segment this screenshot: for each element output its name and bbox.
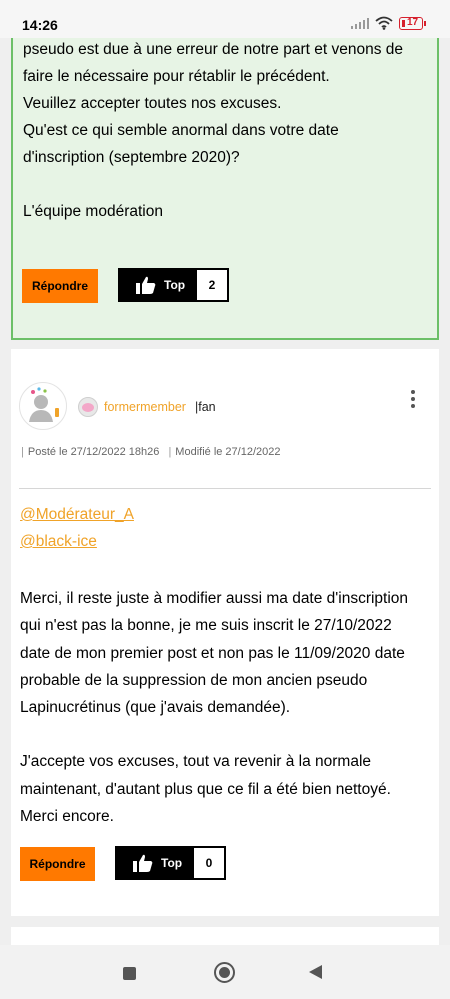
status-icons: 17 bbox=[351, 16, 426, 30]
post-line: probable de la suppression de mon ancien… bbox=[20, 671, 368, 689]
navigation-bar bbox=[0, 945, 450, 999]
reply-button[interactable]: Répondre bbox=[22, 269, 98, 303]
status-time: 14:26 bbox=[22, 17, 58, 33]
post-line: Veuillez accepter toutes nos excuses. bbox=[23, 95, 282, 112]
back-icon[interactable] bbox=[309, 965, 322, 979]
top-label: Top bbox=[161, 856, 183, 870]
top-count: 2 bbox=[197, 270, 227, 300]
post-line: Lapinucrétinus (que j'avais demandée). bbox=[20, 699, 291, 717]
top-button[interactable]: Top 0 bbox=[115, 846, 226, 880]
battery-level: 17 bbox=[407, 16, 419, 28]
modified-date: Modifié le 27/12/2022 bbox=[175, 446, 281, 458]
post-meta: | Posté le 27/12/2022 18h26 | Modifié le 2… bbox=[21, 446, 281, 458]
thumbs-up-icon bbox=[133, 854, 153, 872]
status-bar: 14:26 17 bbox=[0, 0, 450, 38]
user-post: formermember |fan | Posté le 27/12/2022 1… bbox=[11, 349, 439, 916]
moderator-post: pseudo est due à une erreur de notre par… bbox=[11, 30, 439, 340]
user-rank: |fan bbox=[195, 400, 216, 414]
top-count: 0 bbox=[194, 848, 224, 878]
post-body: Merci, il reste juste à modifier aussi m… bbox=[20, 585, 432, 830]
avatar[interactable] bbox=[19, 382, 67, 430]
mention-link[interactable]: @Modérateur_A bbox=[20, 506, 134, 524]
reply-button[interactable]: Répondre bbox=[20, 847, 95, 881]
recents-icon[interactable] bbox=[123, 967, 136, 980]
post-body: pseudo est due à une erreur de notre par… bbox=[23, 36, 433, 225]
post-line: faire le nécessaire pour rétablir le pré… bbox=[23, 68, 330, 85]
rank-badge bbox=[78, 397, 98, 417]
post-signature: L'équipe modération bbox=[23, 203, 163, 220]
username-link[interactable]: formermember bbox=[104, 400, 186, 414]
post-line: Qu'est ce qui semble anormal dans votre … bbox=[23, 122, 339, 139]
post-line: d'inscription (septembre 2020)? bbox=[23, 149, 240, 166]
post-line: J'accepte vos excuses, tout va revenir à… bbox=[20, 753, 372, 771]
post-line: maintenant, d'autant plus que ce fil a é… bbox=[20, 780, 391, 798]
post-line: Merci encore. bbox=[20, 808, 114, 826]
home-icon[interactable] bbox=[214, 962, 235, 983]
post-line: date de mon premier post et non pas le 1… bbox=[20, 644, 405, 662]
more-options-icon[interactable] bbox=[409, 390, 417, 408]
posted-date: Posté le 27/12/2022 18h26 bbox=[27, 446, 160, 458]
top-label: Top bbox=[164, 278, 186, 292]
mention-link[interactable]: @black-ice bbox=[20, 533, 97, 551]
post-line: qui n'est pas la bonne, je me suis inscr… bbox=[20, 617, 392, 635]
signal-icon bbox=[351, 17, 369, 29]
thumbs-up-icon bbox=[136, 276, 156, 294]
post-line: Merci, il reste juste à modifier aussi m… bbox=[20, 590, 409, 607]
divider bbox=[19, 488, 431, 489]
wifi-icon bbox=[375, 16, 393, 30]
battery-icon: 17 bbox=[399, 16, 426, 30]
top-button[interactable]: Top 2 bbox=[118, 268, 229, 302]
post-line: pseudo est due à une erreur de notre par… bbox=[23, 41, 404, 58]
